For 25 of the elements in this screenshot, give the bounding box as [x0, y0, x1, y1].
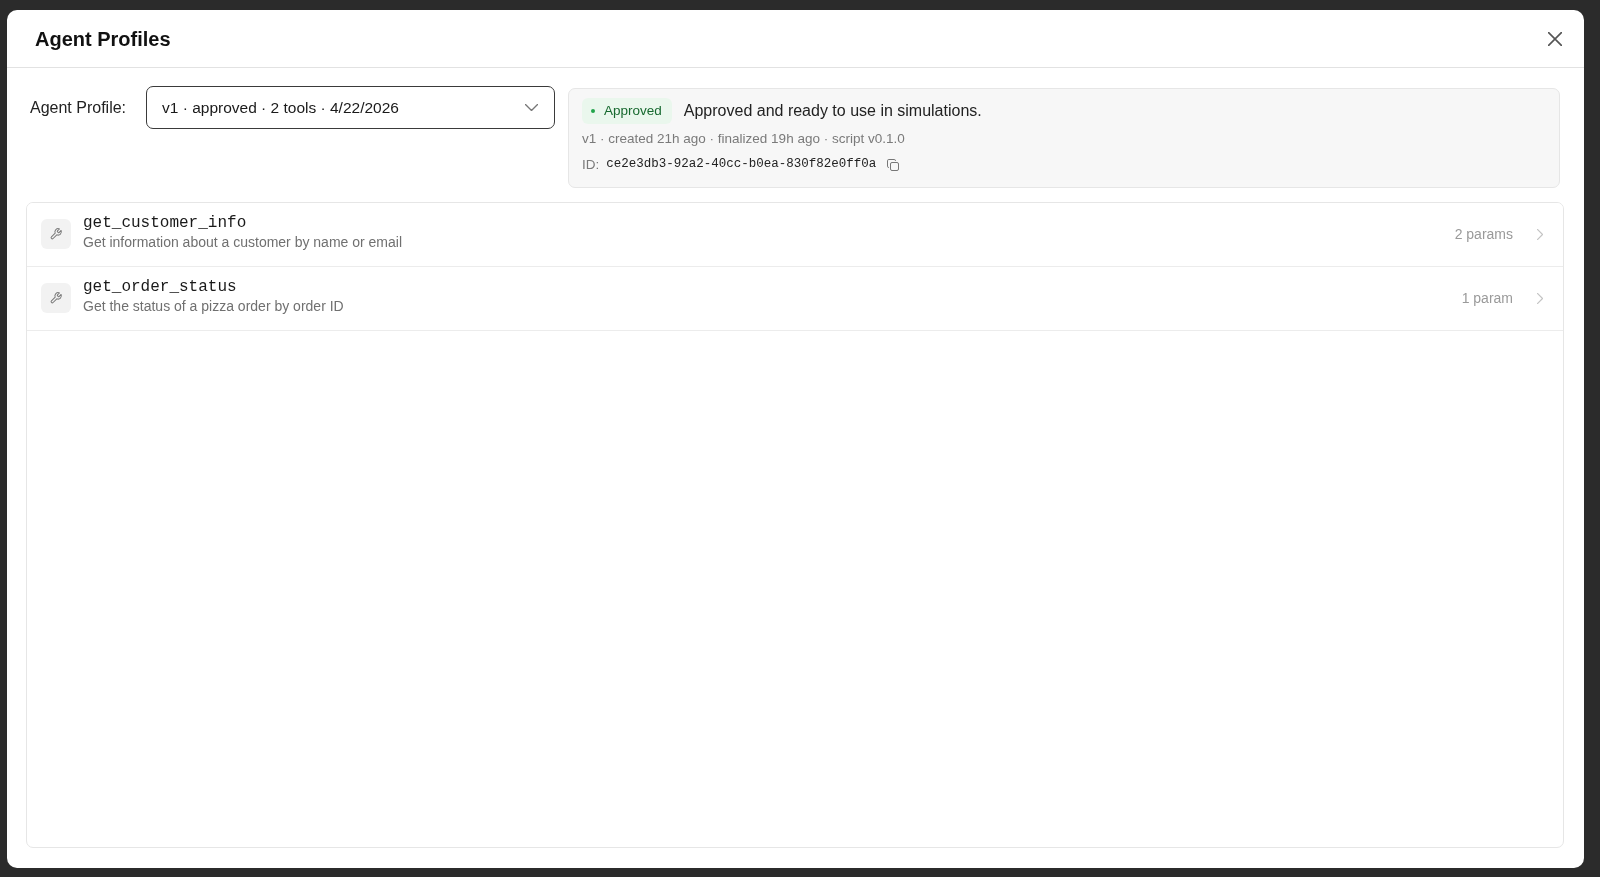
profile-meta-text: v1 · created 21h ago · finalized 19h ago · script v0.1.0 [582, 130, 906, 149]
close-button[interactable] [1548, 31, 1562, 46]
tool-description: Get information about a customer by name or email [83, 233, 404, 252]
tool-row[interactable]: get_customer_info Get information about a customer by name or email 2 params [27, 202, 1563, 267]
status-message: Approved and ready to use in simulations. [683, 101, 982, 122]
id-label: ID: [582, 155, 600, 174]
tool-description: Get the status of a pizza order by order ID [83, 297, 345, 316]
param-count: 2 params [1454, 224, 1513, 244]
chevron-right-icon [1537, 292, 1543, 304]
close-icon [1548, 31, 1562, 46]
wrench-icon [41, 283, 71, 314]
wrench-icon [41, 219, 71, 250]
tool-name: get_order_status [83, 277, 238, 298]
dialog-title: Agent Profiles [35, 26, 171, 51]
chevron-right-icon [1537, 228, 1543, 240]
param-count: 1 param [1461, 288, 1513, 308]
profile-id-text: ce2e3db3-92a2-40cc-b0ea-830f82e0ff0a [606, 156, 877, 174]
status-dot-icon [591, 109, 595, 114]
chevron-down-icon [525, 104, 538, 111]
agent-profile-label: Agent Profile: [30, 98, 128, 118]
agent-profile-select[interactable]: v1 · approved · 2 tools · 4/22/2026 [146, 86, 555, 129]
copy-button[interactable] [887, 158, 900, 171]
tool-name: get_customer_info [83, 213, 248, 234]
copy-icon [887, 158, 900, 171]
status-label: Approved [604, 102, 662, 120]
